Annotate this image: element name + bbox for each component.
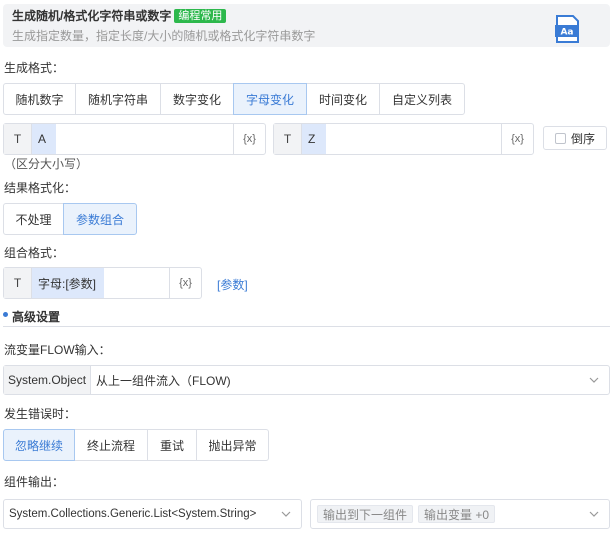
on-error-label: 发生错误时： (4, 407, 77, 421)
start-letter-value[interactable]: A (32, 124, 56, 154)
option-retry[interactable]: 重试 (147, 429, 197, 461)
reverse-label: 倒序 (570, 131, 595, 146)
chevron-down-icon (589, 377, 599, 383)
option-ignore-continue[interactable]: 忽略继续 (3, 429, 75, 461)
chevron-down-icon (589, 511, 599, 517)
format-label: 生成格式： (4, 61, 65, 75)
end-letter-field[interactable]: T Z {x} (273, 123, 534, 155)
tab-letter-change[interactable]: 字母变化 (233, 83, 307, 115)
insert-variable-button[interactable]: {x} (233, 124, 265, 154)
output-type-value: System.Collections.Generic.List<System.S… (9, 508, 257, 520)
tab-random-number[interactable]: 随机数字 (3, 83, 76, 115)
advanced-settings-title: 高级设置 (12, 310, 61, 324)
tab-random-string[interactable]: 随机字符串 (75, 83, 161, 115)
case-sensitive-note: （区分大小写） (4, 157, 89, 171)
output-target-select[interactable]: 输出到下一组件 输出变量 +0 (310, 499, 610, 529)
combo-format-field[interactable]: T 字母:[参数] {x} (3, 267, 202, 299)
advanced-settings-header[interactable]: 高级设置 (3, 308, 610, 327)
icon-glyph: Aa (560, 28, 573, 38)
chevron-down-icon (281, 511, 291, 517)
text-type-indicator: T (274, 124, 302, 154)
tab-time-change[interactable]: 时间变化 (306, 83, 380, 115)
combo-format-label: 组合格式： (4, 246, 65, 260)
on-error-options: 忽略继续 终止流程 重试 抛出异常 (3, 429, 269, 461)
option-stop-flow[interactable]: 终止流程 (74, 429, 148, 461)
option-throw-exception[interactable]: 抛出异常 (196, 429, 269, 461)
component-header: 生成随机/格式化字符串或数字 编程常用 生成指定数量，指定长度/大小的随机或格式化… (3, 4, 610, 47)
tag-output-next: 输出到下一组件 (317, 505, 414, 523)
reverse-checkbox[interactable]: 倒序 (543, 126, 607, 150)
flow-type-prefix: System.Object (4, 366, 92, 394)
combo-format-value[interactable]: 字母:[参数] (32, 268, 104, 298)
result-format-options: 不处理 参数组合 (3, 203, 137, 235)
output-type-select[interactable]: System.Collections.Generic.List<System.S… (3, 499, 302, 529)
option-no-process[interactable]: 不处理 (3, 203, 64, 235)
flow-input-label: 流变量FLOW输入： (4, 343, 111, 357)
start-letter-field[interactable]: T A {x} (3, 123, 266, 155)
option-param-combine[interactable]: 参数组合 (63, 203, 137, 235)
component-output-label: 组件输出： (4, 475, 65, 489)
format-tabs: 随机数字 随机字符串 数字变化 字母变化 时间变化 自定义列表 (3, 83, 465, 115)
tab-number-change[interactable]: 数字变化 (160, 83, 234, 115)
text-format-icon: Aa (555, 15, 579, 43)
tag-output-variable: 输出变量 +0 (418, 505, 496, 523)
flow-input-value: 从上一组件流入（FLOW) (96, 373, 231, 388)
insert-variable-button[interactable]: {x} (501, 124, 533, 154)
component-title-text: 生成随机/格式化字符串或数字 (12, 9, 172, 23)
component-title: 生成随机/格式化字符串或数字 编程常用 (12, 9, 227, 23)
text-type-indicator: T (4, 124, 32, 154)
tab-custom-list[interactable]: 自定义列表 (379, 83, 465, 115)
param-link[interactable]: [参数] (217, 276, 248, 293)
checkbox-box[interactable] (554, 132, 566, 144)
insert-variable-button[interactable]: {x} (169, 268, 201, 298)
result-format-label: 结果格式化： (4, 181, 77, 195)
category-badge: 编程常用 (174, 9, 227, 23)
flow-input-select[interactable]: System.Object 从上一组件流入（FLOW) (3, 365, 610, 395)
component-description: 生成指定数量，指定长度/大小的随机或格式化字符串数字 (12, 29, 316, 43)
bullet-dot-icon (3, 312, 8, 317)
text-type-indicator: T (4, 268, 32, 298)
end-letter-value[interactable]: Z (302, 124, 326, 154)
